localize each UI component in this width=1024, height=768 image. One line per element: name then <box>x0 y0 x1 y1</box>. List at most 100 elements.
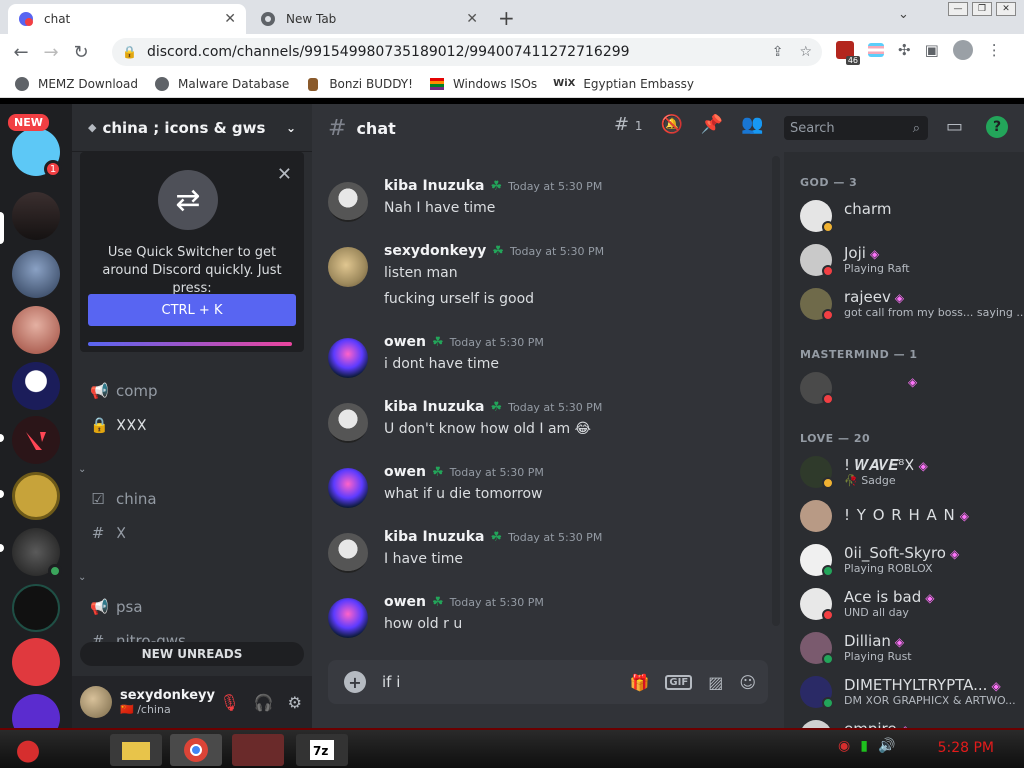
gear-icon[interactable]: ⚙ <box>288 693 302 712</box>
forward-icon[interactable]: → <box>36 42 66 63</box>
mute-channel-icon[interactable]: 🔕 <box>660 114 682 135</box>
file-explorer-icon[interactable] <box>110 734 162 766</box>
avatar[interactable] <box>328 598 368 638</box>
search-input[interactable]: Search ⌕ <box>784 116 928 140</box>
member-list-icon[interactable]: 👥 <box>741 114 763 135</box>
member-row[interactable]: DIMETHYLTRYPTA... ◈ DM 𐌗OR GRAPHIC𐌗 & ART… <box>800 672 1020 712</box>
avatar[interactable] <box>328 533 368 573</box>
channel-locked[interactable]: 🔒 𐌗𐌗𐌗 <box>90 416 147 434</box>
close-icon[interactable]: ✕ <box>224 11 236 27</box>
headphones-icon[interactable]: 🎧 <box>254 693 274 712</box>
chat-scrollbar[interactable] <box>772 156 780 626</box>
bookmark-windows-isos[interactable]: Windows ISOs <box>429 76 537 92</box>
reload-icon[interactable]: ↻ <box>66 42 96 63</box>
angry-birds-start-icon[interactable] <box>8 734 48 766</box>
message-composer[interactable]: + if i 🎁 GIF ▨ ☺ <box>328 660 768 704</box>
close-window-button[interactable]: ✕ <box>996 2 1016 16</box>
member-row[interactable]: charm <box>800 196 1020 236</box>
server-bluemoji[interactable]: 1 <box>12 128 62 178</box>
author-name[interactable]: sexydonkeyy <box>384 243 486 259</box>
gift-icon[interactable]: 🎁 <box>630 673 650 692</box>
share-icon[interactable]: ⇪ <box>772 44 784 60</box>
member-row[interactable]: ! 𝑾𝑨𝑽𝑬⁸𐌗 ◈ 🥀 Sadge <box>800 452 1020 492</box>
maximize-button[interactable]: ❐ <box>972 2 992 16</box>
bookmark-egyptian-embassy[interactable]: WiX Egyptian Embassy <box>553 77 694 91</box>
server-c[interactable] <box>12 584 60 632</box>
close-icon[interactable]: ✕ <box>277 164 292 185</box>
chevron-down-icon[interactable]: ⌄ <box>898 7 909 22</box>
mute-icon[interactable]: 🎙 <box>219 693 239 712</box>
member-row[interactable]: Dillian ◈ Playing Rust <box>800 628 1020 668</box>
paint-taskbar-icon[interactable] <box>232 734 284 766</box>
category-collapse[interactable]: ⌄ <box>78 572 86 583</box>
puzzle-icon[interactable]: ✣ <box>898 41 911 59</box>
avatar[interactable] <box>328 182 368 222</box>
channel-comp[interactable]: 📢 comp <box>90 382 158 400</box>
server-valorant[interactable] <box>12 416 60 464</box>
author-name[interactable]: owen <box>384 464 426 480</box>
add-attachment-icon[interactable]: + <box>344 671 366 693</box>
avatar[interactable] <box>328 338 368 378</box>
category-collapse[interactable]: ⌄ <box>78 464 86 475</box>
channel-china[interactable]: ☑ china <box>90 490 156 508</box>
member-row[interactable]: ◈ <box>800 368 1020 408</box>
gif-button[interactable]: GIF <box>665 674 693 690</box>
emoji-icon[interactable]: ☺ <box>739 673 756 692</box>
channel-text[interactable]: # 𐌗 <box>90 524 127 542</box>
author-name[interactable]: owen <box>384 334 426 350</box>
member-row[interactable]: Joji ◈ Playing Raft <box>800 240 1020 280</box>
help-icon[interactable]: ? <box>986 116 1008 138</box>
minimize-button[interactable]: — <box>948 2 968 16</box>
bookmark-malware-database[interactable]: Malware Database <box>154 76 289 92</box>
member-row[interactable]: ! Y O R H A N ◈ <box>800 496 1020 536</box>
threads-icon[interactable]: # 1 <box>614 114 642 135</box>
kebab-menu-icon[interactable]: ⋮ <box>987 41 1002 59</box>
tab-chat[interactable]: chat ✕ <box>8 4 246 34</box>
side-panel-icon[interactable]: ▣ <box>925 41 939 59</box>
member-row[interactable]: 0ii_Soft-Skyro ◈ Playing ROBLOX <box>800 540 1020 580</box>
author-name[interactable]: owen <box>384 594 426 610</box>
guild-header[interactable]: ◆ china ; icons & gws ⌄ <box>72 104 312 152</box>
tab-new-tab[interactable]: New Tab ✕ <box>250 4 488 34</box>
sticker-icon[interactable]: ▨ <box>708 673 723 692</box>
author-name[interactable]: kiba Inuzuka <box>384 178 484 194</box>
tray-app-icon[interactable]: ◉ <box>838 738 850 754</box>
bookmark-bonzi-buddy[interactable]: Bonzi BUDDY! <box>305 76 413 92</box>
inbox-icon[interactable]: ▭ <box>946 116 963 137</box>
clock[interactable]: 5:28 PM <box>938 740 994 756</box>
avatar[interactable] <box>328 403 368 443</box>
volume-icon[interactable]: 🔊 <box>878 738 895 754</box>
sevenzip-taskbar-icon[interactable]: 7z <box>296 734 348 766</box>
extension-shield-icon[interactable]: 46 <box>836 41 860 65</box>
server-manga[interactable] <box>12 528 62 578</box>
server-monopoly[interactable] <box>12 362 60 410</box>
member-row[interactable]: rajeev ◈ got call from my boss... saying … <box>800 284 1024 324</box>
server-china[interactable] <box>12 192 60 240</box>
avatar[interactable] <box>328 468 368 508</box>
server-face[interactable] <box>12 306 60 354</box>
address-bar[interactable]: 🔒 discord.com/channels/99154998073518901… <box>112 38 822 66</box>
extension-flag-icon[interactable] <box>868 43 884 57</box>
close-icon[interactable]: ✕ <box>466 11 478 27</box>
message-input[interactable]: if i <box>382 673 400 691</box>
server-coin[interactable] <box>12 472 60 520</box>
new-unreads-button[interactable]: NEW UNREADS <box>80 642 304 666</box>
author-name[interactable]: kiba Inuzuka <box>384 529 484 545</box>
pin-icon[interactable]: 📌 <box>701 114 723 135</box>
avatar[interactable] <box>80 686 112 718</box>
back-icon[interactable]: ← <box>6 42 36 63</box>
channel-psa[interactable]: 📢 psa <box>90 598 143 616</box>
new-tab-button[interactable]: + <box>498 6 515 30</box>
author-name[interactable]: kiba Inuzuka <box>384 399 484 415</box>
profile-avatar[interactable] <box>952 40 973 60</box>
member-row[interactable]: empire◈ <box>800 716 1020 728</box>
server-alien[interactable] <box>12 250 60 298</box>
battery-icon[interactable]: ▮ <box>860 738 868 754</box>
quick-switcher-shortcut[interactable]: CTRL + K <box>88 294 296 326</box>
star-icon[interactable]: ☆ <box>799 44 812 60</box>
server-nft-lab[interactable] <box>12 638 60 686</box>
avatar[interactable] <box>328 247 368 287</box>
member-row[interactable]: Ace is bad ◈ UND all day <box>800 584 1020 624</box>
bookmark-memz[interactable]: MEMZ Download <box>14 76 138 92</box>
chrome-taskbar-icon[interactable] <box>170 734 222 766</box>
